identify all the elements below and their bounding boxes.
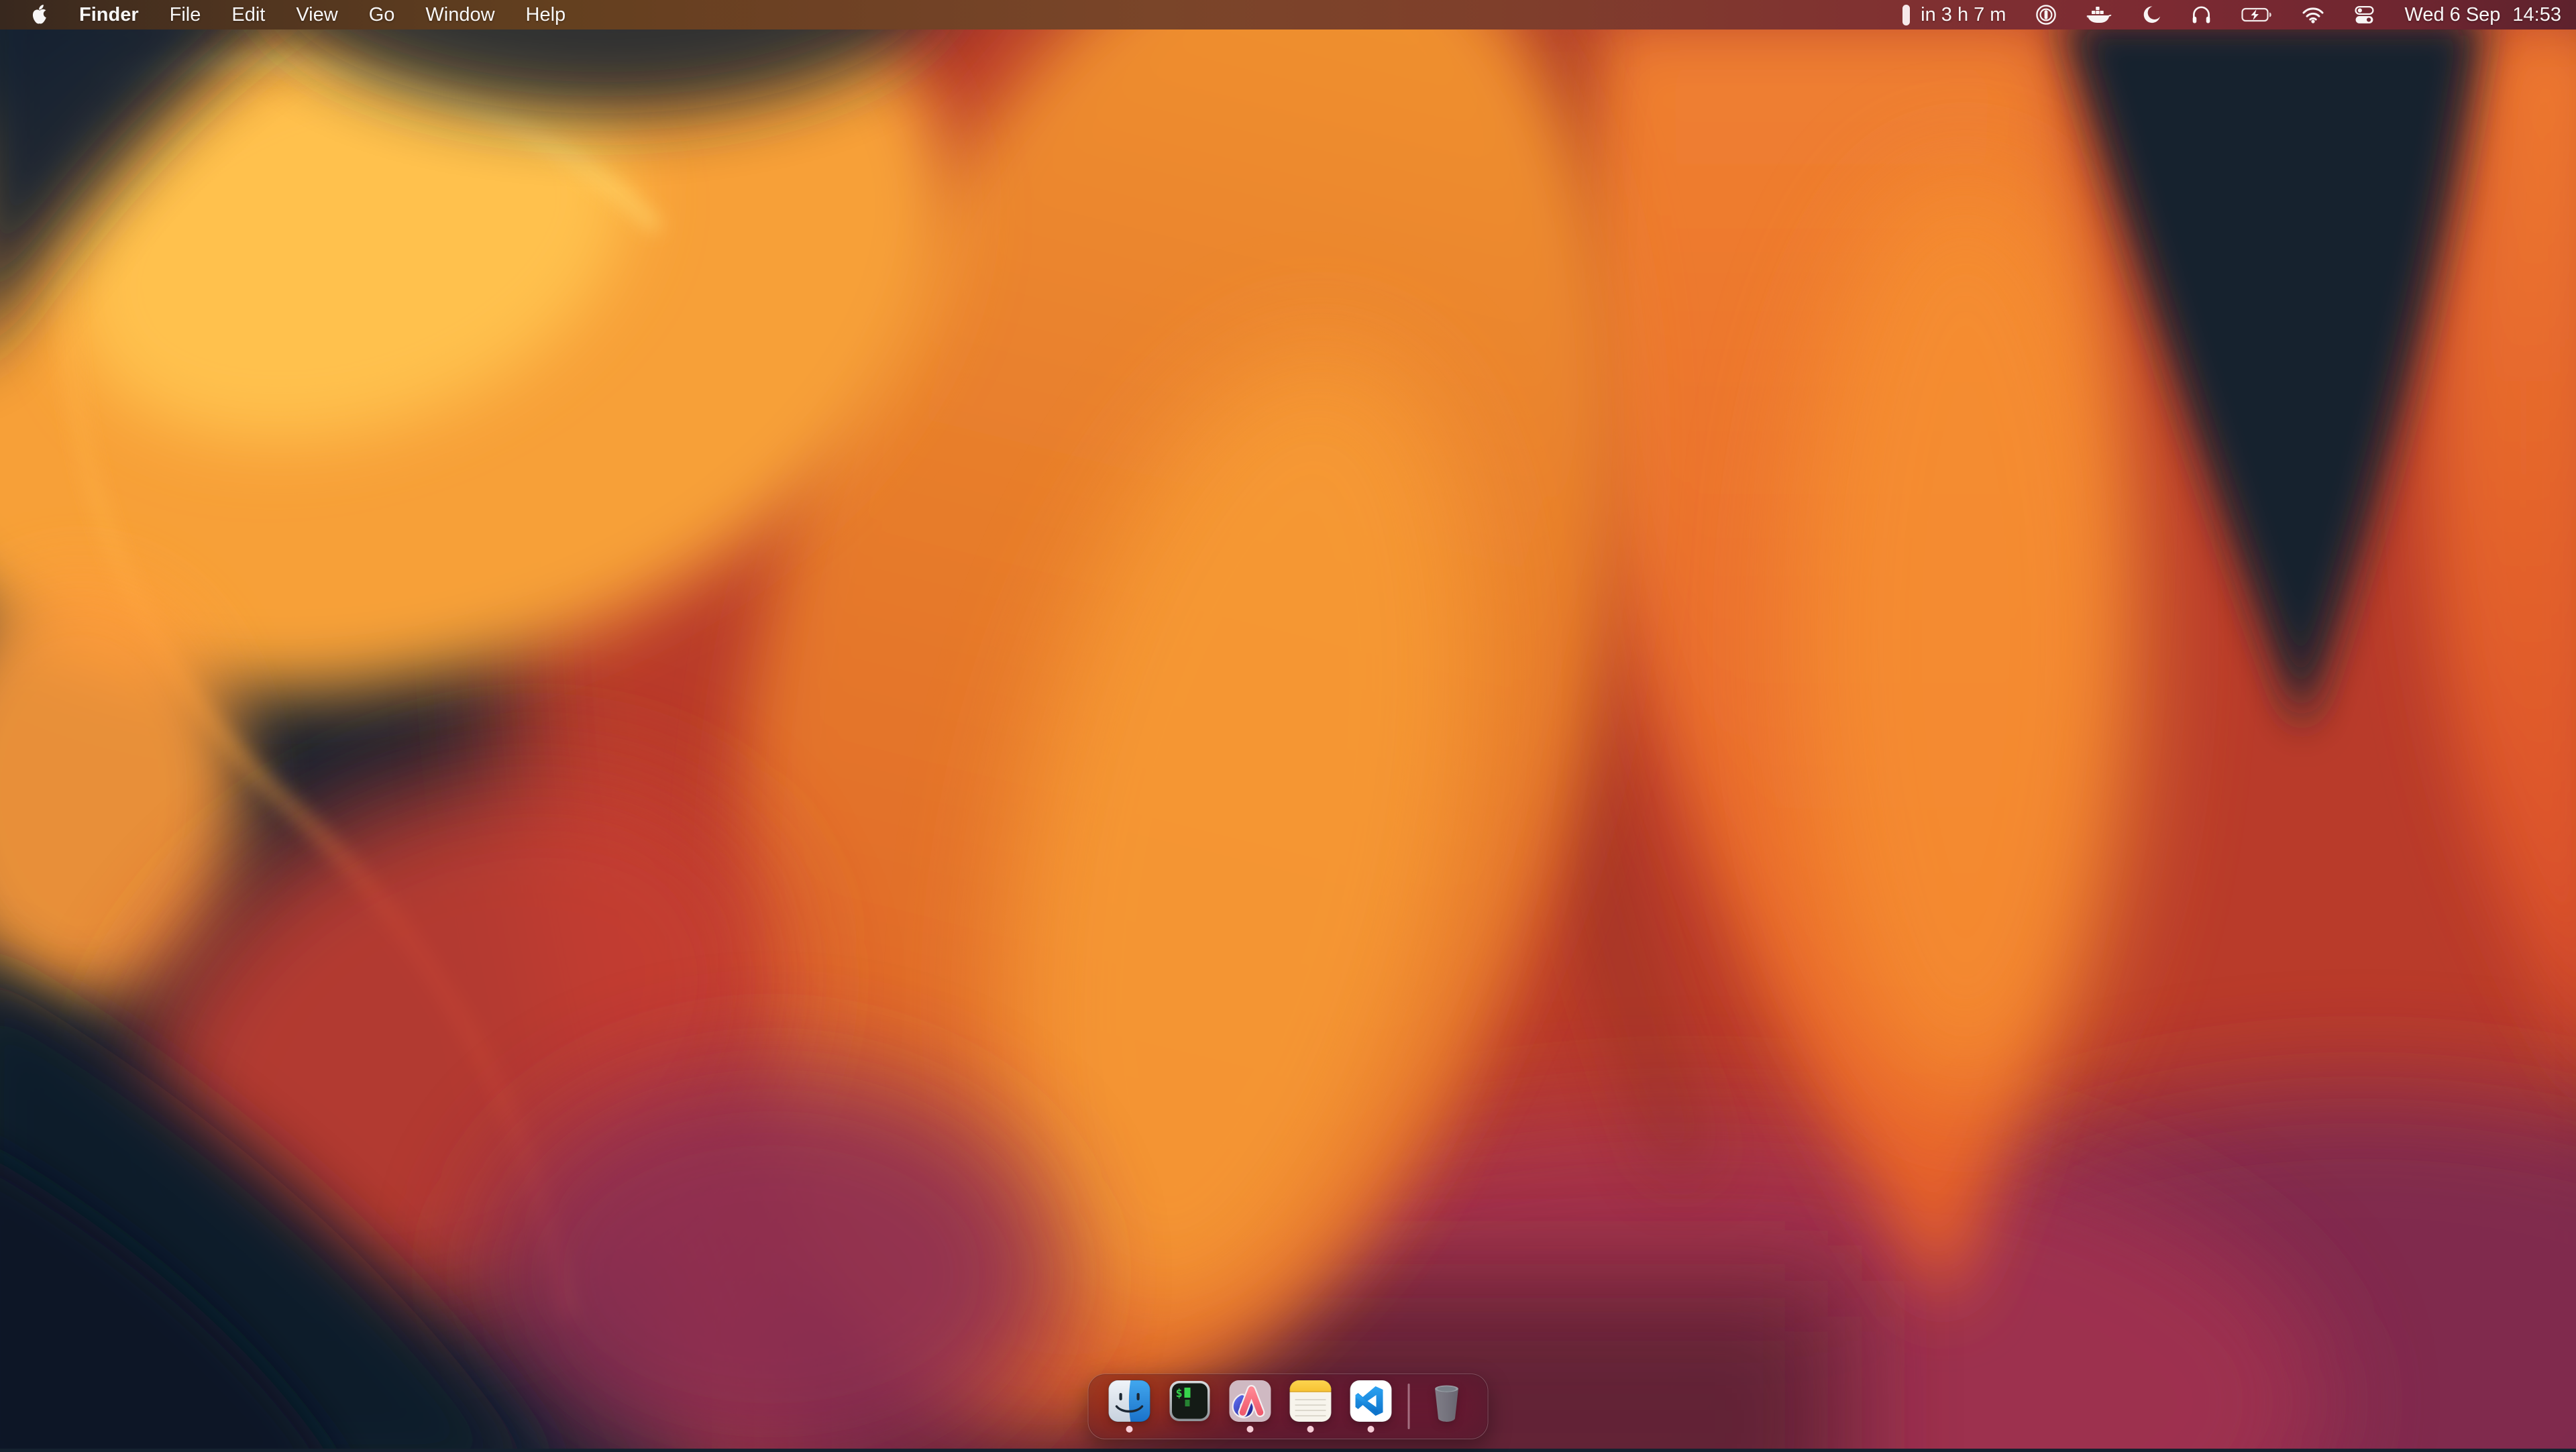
clock-date: Wed 6 Sep xyxy=(2404,4,2500,26)
dock-item-terminal[interactable]: $ xyxy=(1169,1374,1212,1439)
calendar-event-bar-icon xyxy=(1902,5,1910,25)
focus-menu-item[interactable] xyxy=(2141,5,2161,25)
menu-bar-status-area: in 3 h 7 m xyxy=(1902,4,2576,26)
event-timer-label: in 3 h 7 m xyxy=(1921,4,2006,26)
dock-item-notes[interactable] xyxy=(1289,1374,1332,1439)
dock-item-a-app[interactable] xyxy=(1229,1374,1272,1439)
1password-menu-item[interactable] xyxy=(2035,4,2057,25)
apple-menu[interactable] xyxy=(31,5,48,25)
menu-item-view[interactable]: View xyxy=(296,4,337,26)
running-indicator-vscode xyxy=(1368,1426,1375,1433)
focus-moon-icon xyxy=(2141,5,2161,25)
menu-bar: Finder File Edit View Go Window Help in … xyxy=(0,0,2576,30)
terminal-prompt-glyph: $ xyxy=(1176,1387,1183,1400)
1password-icon xyxy=(2035,4,2057,25)
audio-output-menu-item[interactable] xyxy=(2191,5,2212,25)
docker-menu-item[interactable] xyxy=(2086,5,2112,25)
desktop-wallpaper xyxy=(0,0,2576,1449)
control-center-icon xyxy=(2354,5,2375,25)
dock-item-finder[interactable] xyxy=(1108,1374,1151,1439)
finder-icon xyxy=(1108,1380,1151,1422)
dock-item-vscode[interactable] xyxy=(1350,1374,1393,1439)
running-indicator-finder xyxy=(1126,1426,1133,1433)
menu-item-edit[interactable]: Edit xyxy=(231,4,265,26)
trash-icon xyxy=(1426,1380,1468,1422)
menu-bar-left: Finder File Edit View Go Window Help xyxy=(0,4,566,26)
menu-bar-clock[interactable]: Wed 6 Sep 14:53 xyxy=(2404,4,2561,26)
dock-separator xyxy=(1408,1384,1410,1429)
menu-item-help[interactable]: Help xyxy=(526,4,566,26)
control-center-menu-item[interactable] xyxy=(2354,5,2375,25)
dock: $ xyxy=(1088,1374,1489,1439)
clock-time: 14:53 xyxy=(2512,4,2561,26)
apple-logo-icon xyxy=(31,5,48,25)
event-timer-status[interactable]: in 3 h 7 m xyxy=(1902,4,2006,26)
battery-charging-icon xyxy=(2241,7,2272,22)
running-indicator-notes xyxy=(1307,1426,1314,1433)
notes-icon xyxy=(1289,1380,1332,1422)
docker-icon xyxy=(2086,5,2112,25)
menu-item-go[interactable]: Go xyxy=(369,4,395,26)
menu-item-active-app[interactable]: Finder xyxy=(79,4,139,26)
a-app-icon xyxy=(1229,1380,1272,1422)
vscode-icon xyxy=(1350,1380,1393,1422)
battery-menu-item[interactable] xyxy=(2241,7,2272,22)
menu-item-window[interactable]: Window xyxy=(425,4,494,26)
terminal-icon: $ xyxy=(1169,1380,1212,1422)
headphones-icon xyxy=(2191,5,2212,25)
dock-item-trash[interactable] xyxy=(1426,1374,1468,1439)
running-indicator-a-app xyxy=(1247,1426,1254,1433)
wifi-menu-item[interactable] xyxy=(2302,6,2324,23)
menu-item-file[interactable]: File xyxy=(170,4,201,26)
wifi-icon xyxy=(2302,6,2324,23)
